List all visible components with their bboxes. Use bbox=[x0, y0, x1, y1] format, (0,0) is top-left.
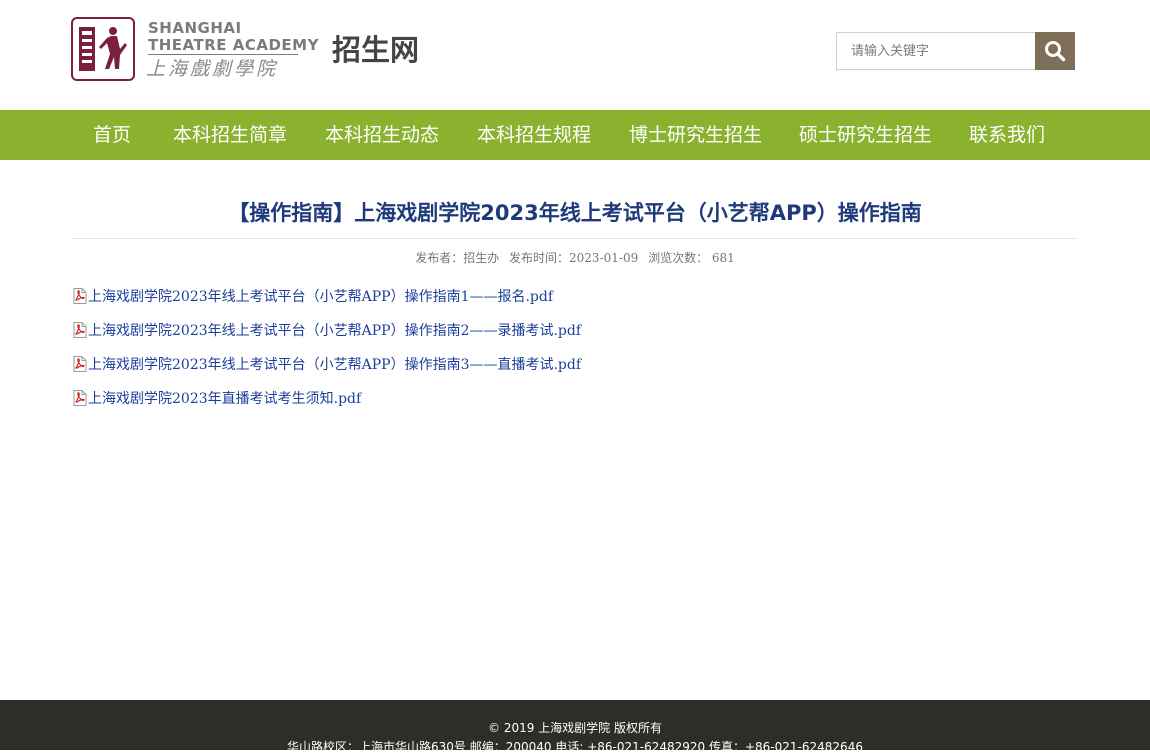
logo-divider bbox=[148, 54, 298, 55]
site-title: 招生网 bbox=[332, 33, 420, 67]
pdf-icon bbox=[73, 390, 87, 406]
attachment-link-2[interactable]: 上海戏剧学院2023年线上考试平台（小艺帮APP）操作指南2——录播考试.pdf bbox=[88, 321, 581, 341]
search-input[interactable] bbox=[836, 32, 1036, 70]
academy-emblem-icon[interactable] bbox=[71, 17, 135, 81]
footer-copyright: © 2019 上海戏剧学院 版权所有 bbox=[488, 721, 662, 735]
article-meta: 发布者：招生办 发布时间：2023-01-09 浏览次数： 681 bbox=[72, 250, 1078, 266]
nav-item-doctoral-admissions[interactable]: 博士研究生招生 bbox=[629, 110, 762, 160]
site-header: SHANGHAI THEATRE ACADEMY 上海戲劇學院 招生网 bbox=[0, 0, 1150, 110]
list-item: 上海戏剧学院2023年线上考试平台（小艺帮APP）操作指南3——直播考试.pdf bbox=[72, 354, 972, 388]
list-item: 上海戏剧学院2023年直播考试考生须知.pdf bbox=[72, 388, 972, 422]
nav-item-undergrad-rules[interactable]: 本科招生规程 bbox=[477, 110, 591, 160]
logo-english-line2: THEATRE ACADEMY bbox=[148, 36, 319, 54]
main-nav: 首页 本科招生简章 本科招生动态 本科招生规程 博士研究生招生 硕士研究生招生 … bbox=[0, 110, 1150, 160]
meta-publisher: 发布者：招生办 bbox=[415, 251, 500, 265]
footer-address: 华山路校区：上海市华山路630号 邮编：200040 电话: +86-021-6… bbox=[287, 740, 863, 754]
nav-item-undergrad-brochure[interactable]: 本科招生简章 bbox=[173, 110, 287, 160]
title-divider bbox=[72, 238, 1078, 239]
attachment-list: 上海戏剧学院2023年线上考试平台（小艺帮APP）操作指南1——报名.pdf 上… bbox=[72, 286, 972, 422]
search-button[interactable] bbox=[1035, 32, 1075, 70]
meta-date: 发布时间：2023-01-09 bbox=[509, 251, 639, 265]
list-item: 上海戏剧学院2023年线上考试平台（小艺帮APP）操作指南2——录播考试.pdf bbox=[72, 320, 972, 354]
nav-item-masters-admissions[interactable]: 硕士研究生招生 bbox=[799, 110, 932, 160]
page-title: 【操作指南】上海戏剧学院2023年线上考试平台（小艺帮APP）操作指南 bbox=[228, 201, 922, 225]
pdf-icon bbox=[73, 356, 87, 372]
attachment-link-3[interactable]: 上海戏剧学院2023年线上考试平台（小艺帮APP）操作指南3——直播考试.pdf bbox=[88, 355, 581, 375]
nav-item-contact[interactable]: 联系我们 bbox=[969, 110, 1045, 160]
nav-item-home[interactable]: 首页 bbox=[93, 110, 131, 160]
site-footer: © 2019 上海戏剧学院 版权所有 华山路校区：上海市华山路630号 邮编：2… bbox=[0, 700, 1150, 754]
attachment-link-4[interactable]: 上海戏剧学院2023年直播考试考生须知.pdf bbox=[88, 389, 361, 409]
list-item: 上海戏剧学院2023年线上考试平台（小艺帮APP）操作指南1——报名.pdf bbox=[72, 286, 972, 320]
search-icon bbox=[1045, 41, 1066, 62]
meta-views: 浏览次数： 681 bbox=[648, 251, 735, 265]
pdf-icon bbox=[73, 288, 87, 304]
logo-english-line1: SHANGHAI bbox=[148, 19, 242, 37]
attachment-link-1[interactable]: 上海戏剧学院2023年线上考试平台（小艺帮APP）操作指南1——报名.pdf bbox=[88, 287, 553, 307]
logo-chinese-name: 上海戲劇學院 bbox=[146, 58, 279, 80]
pdf-icon bbox=[73, 322, 87, 338]
nav-item-undergrad-news[interactable]: 本科招生动态 bbox=[325, 110, 439, 160]
